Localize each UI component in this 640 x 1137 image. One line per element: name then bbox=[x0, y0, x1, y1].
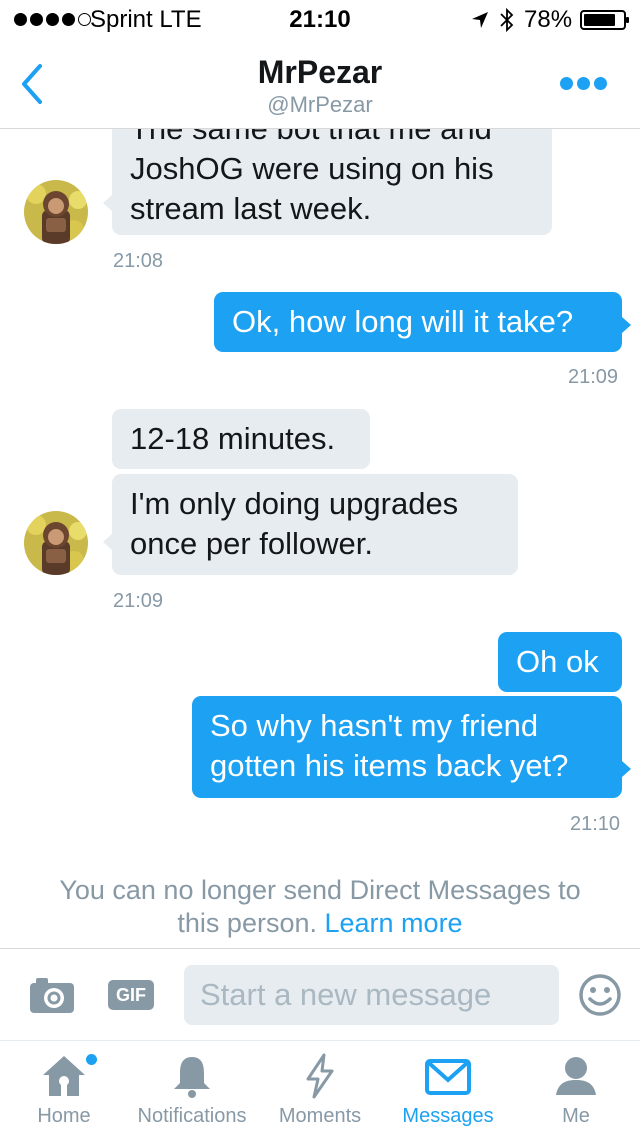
incoming-message[interactable]: I'm only doing upgrades once per followe… bbox=[112, 474, 518, 575]
location-arrow-icon bbox=[472, 12, 488, 28]
outgoing-message[interactable]: Ok, how long will it take? bbox=[214, 292, 622, 352]
avatar-image bbox=[24, 180, 88, 244]
tab-messages[interactable]: Messages bbox=[384, 1041, 512, 1137]
message-line: So why hasn't my friend bbox=[210, 708, 539, 743]
tab-bar: Home Notifications Moments Messages Me bbox=[0, 1040, 640, 1137]
notification-dot bbox=[86, 1054, 97, 1065]
message-input[interactable] bbox=[184, 965, 559, 1025]
outgoing-message[interactable]: Oh ok bbox=[498, 632, 622, 692]
conversation-handle: @MrPezar bbox=[267, 92, 373, 117]
battery-icon bbox=[580, 10, 629, 30]
dm-disabled-notice: You can no longer send Direct Messages t… bbox=[20, 874, 620, 940]
message-line: gotten his items back yet? bbox=[210, 748, 569, 783]
message-thread[interactable]: The same bot that me and JoshOG were usi… bbox=[0, 129, 640, 949]
envelope-icon bbox=[425, 1059, 471, 1095]
learn-more-link[interactable]: Learn more bbox=[325, 908, 463, 938]
tab-label: Me bbox=[562, 1105, 590, 1127]
home-icon bbox=[43, 1056, 85, 1096]
bubble-tail bbox=[103, 195, 112, 211]
outgoing-message[interactable]: So why hasn't my friend gotten his items… bbox=[192, 696, 622, 798]
bubble-tail bbox=[622, 317, 631, 333]
tab-label: Messages bbox=[402, 1105, 494, 1127]
message-timestamp: 21:10 bbox=[570, 813, 621, 835]
incoming-message[interactable]: 12-18 minutes. bbox=[112, 409, 370, 469]
tab-home[interactable]: Home bbox=[0, 1041, 128, 1137]
notice-line: this person. bbox=[177, 908, 317, 938]
tab-label: Notifications bbox=[137, 1105, 247, 1127]
emoji-icon[interactable] bbox=[578, 973, 622, 1017]
avatar[interactable] bbox=[24, 180, 88, 244]
tab-label: Moments bbox=[278, 1105, 362, 1127]
message-line: stream last week. bbox=[130, 191, 372, 226]
gif-button[interactable]: GIF bbox=[108, 980, 154, 1010]
tab-me[interactable]: Me bbox=[512, 1041, 640, 1137]
tab-moments[interactable]: Moments bbox=[256, 1041, 384, 1137]
message-line: Oh ok bbox=[516, 644, 599, 679]
message-timestamp: 21:09 bbox=[113, 590, 164, 612]
message-line: 12-18 minutes. bbox=[130, 421, 336, 456]
battery-percent: 78% bbox=[524, 6, 573, 33]
tab-label: Home bbox=[37, 1105, 91, 1127]
message-composer: GIF bbox=[0, 948, 640, 1041]
bubble-tail bbox=[103, 534, 112, 550]
message-line: JoshOG were using on his bbox=[130, 151, 494, 186]
camera-icon[interactable] bbox=[28, 975, 76, 1015]
bubble-tail bbox=[622, 761, 631, 777]
more-dots-icon[interactable] bbox=[560, 72, 610, 94]
bluetooth-icon bbox=[500, 7, 514, 33]
avatar-image bbox=[24, 511, 88, 575]
tab-notifications[interactable]: Notifications bbox=[128, 1041, 256, 1137]
conversation-title[interactable]: MrPezar bbox=[0, 54, 640, 91]
message-line: once per follower. bbox=[130, 526, 373, 561]
message-line: The same bot that me and bbox=[130, 129, 534, 149]
message-line: Ok, how long will it take? bbox=[232, 304, 574, 339]
status-bar: Sprint LTE 21:10 78% bbox=[0, 0, 640, 40]
message-line: I'm only doing upgrades bbox=[130, 486, 459, 521]
conversation-header: MrPezar @MrPezar bbox=[0, 40, 640, 129]
person-icon bbox=[556, 1057, 596, 1095]
incoming-message[interactable]: The same bot that me and JoshOG were usi… bbox=[112, 129, 552, 235]
lightning-icon bbox=[306, 1053, 334, 1099]
notice-line: You can no longer send Direct Messages t… bbox=[59, 875, 581, 905]
message-timestamp: 21:08 bbox=[113, 250, 164, 272]
bell-icon bbox=[174, 1057, 210, 1098]
avatar[interactable] bbox=[24, 511, 88, 575]
message-timestamp: 21:09 bbox=[568, 366, 619, 388]
